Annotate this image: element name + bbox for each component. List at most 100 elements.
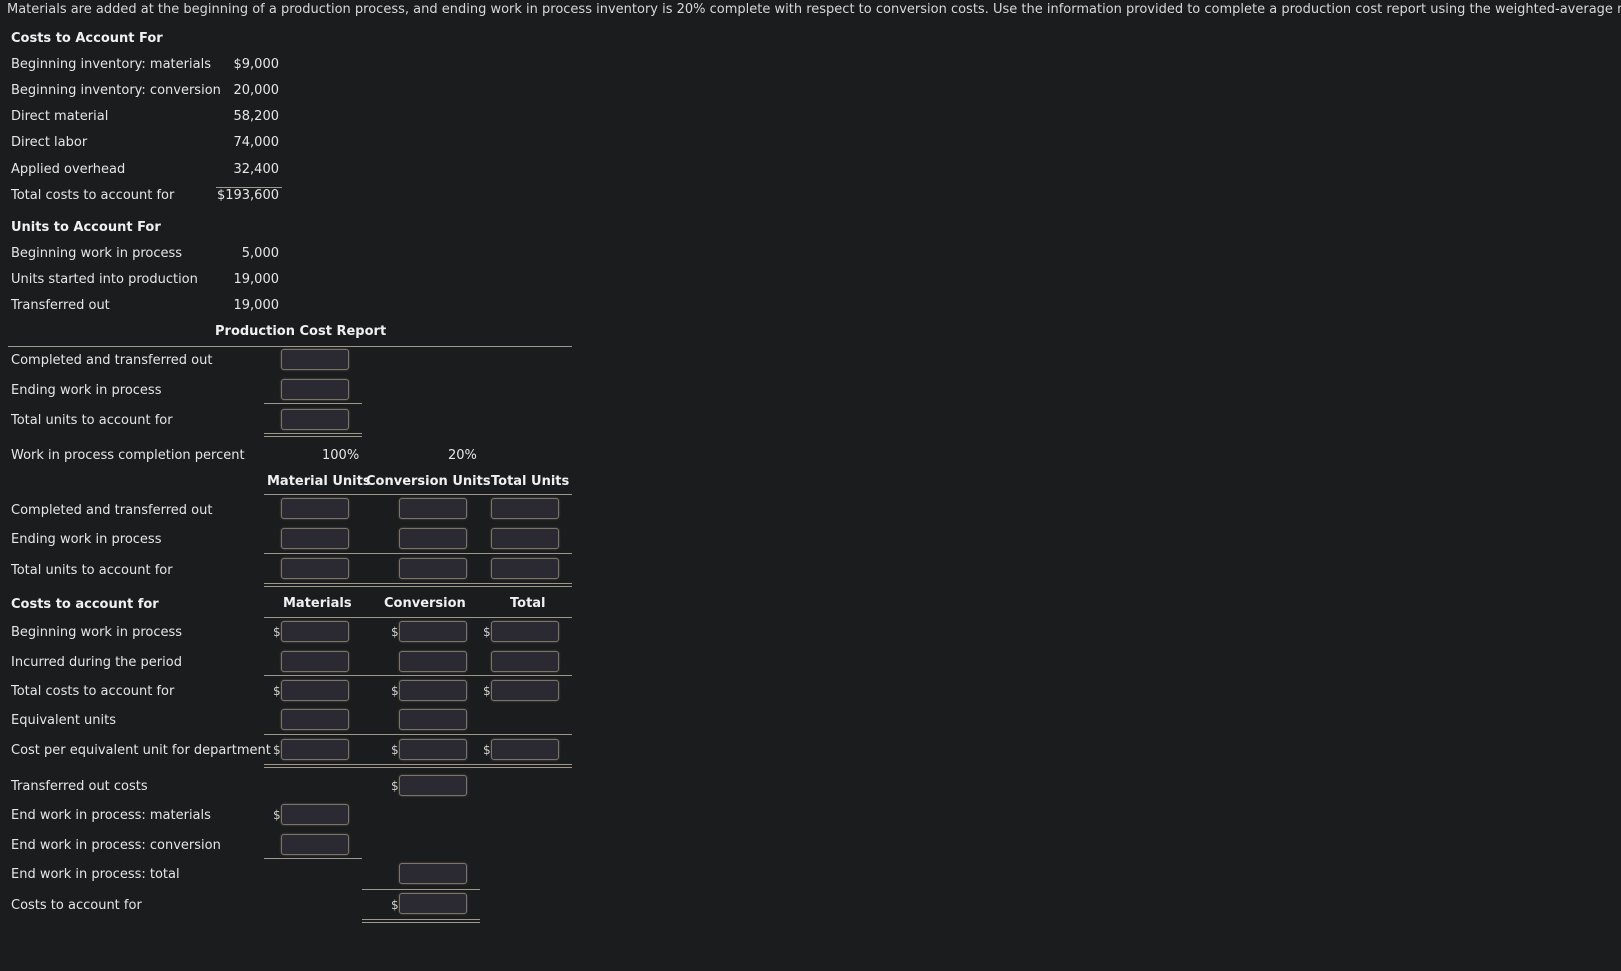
cost-value: $9,000 [233, 57, 280, 72]
double-divider [264, 433, 362, 437]
dollar-sign: $ [273, 625, 281, 639]
units-label: Transferred out [11, 298, 110, 313]
divider [264, 494, 572, 495]
total-costs-conversion-input[interactable] [399, 680, 467, 701]
dollar-sign: $ [273, 684, 281, 698]
eq-row-label: Total units to account for [11, 563, 173, 578]
end-wip-conversion-input[interactable] [281, 834, 349, 855]
costs-section-title: Costs to Account For [11, 31, 163, 46]
eq-completed-total-input[interactable] [491, 498, 559, 519]
final-row-label: Costs to account for [11, 898, 142, 913]
incurred-materials-input[interactable] [281, 651, 349, 672]
dollar-sign: $ [273, 808, 281, 822]
units-value: 19,000 [233, 298, 280, 313]
dollar-sign: $ [391, 898, 399, 912]
divider [264, 617, 572, 618]
eq-total-conversion-input[interactable] [399, 558, 467, 579]
incurred-total-input[interactable] [491, 651, 559, 672]
col-header-materials: Materials [283, 596, 352, 611]
cost-label: Applied overhead [11, 162, 126, 177]
units-row-label: Total units to account for [11, 413, 173, 428]
cost-row-label: Total costs to account for [11, 684, 175, 699]
dollar-sign: $ [483, 625, 491, 639]
units-row-label: Completed and transferred out [11, 353, 213, 368]
col-header-material-units: Material Units [267, 474, 371, 489]
completion-material: 100% [322, 448, 360, 463]
col-header-total: Total [510, 596, 546, 611]
incurred-conversion-input[interactable] [399, 651, 467, 672]
divider [362, 889, 480, 890]
divider [264, 675, 572, 676]
report-divider [8, 346, 572, 347]
eq-row-label: Completed and transferred out [11, 503, 213, 518]
total-costs-total-input[interactable] [491, 680, 559, 701]
dollar-sign: $ [391, 625, 399, 639]
cost-per-eu-materials-input[interactable] [281, 739, 349, 760]
eq-ending-conversion-input[interactable] [399, 528, 467, 549]
divider [264, 403, 362, 404]
beg-wip-conversion-input[interactable] [399, 621, 467, 642]
units-row-label: Ending work in process [11, 383, 162, 398]
units-label: Beginning work in process [11, 246, 183, 261]
cost-total-value: $193,600 [216, 188, 279, 203]
units-section-title: Units to Account For [11, 220, 161, 235]
end-wip-total-input[interactable] [399, 863, 467, 884]
eq-total-material-input[interactable] [281, 558, 349, 579]
completion-conversion: 20% [448, 448, 477, 463]
eq-ending-material-input[interactable] [281, 528, 349, 549]
cost-per-eu-total-input[interactable] [491, 739, 559, 760]
cost-row-label: Cost per equivalent unit for department [11, 743, 271, 758]
eq-ending-total-input[interactable] [491, 528, 559, 549]
eq-total-total-input[interactable] [491, 558, 559, 579]
double-divider [264, 764, 572, 768]
divider [264, 553, 572, 554]
units-value: 19,000 [233, 272, 280, 287]
end-wip-materials-input[interactable] [281, 804, 349, 825]
equivalent-units-materials-input[interactable] [281, 709, 349, 730]
double-divider [264, 583, 572, 587]
eq-completed-conversion-input[interactable] [399, 498, 467, 519]
cost-section-header: Costs to account for [11, 597, 159, 612]
total-units-input[interactable] [281, 409, 349, 430]
dollar-sign: $ [273, 743, 281, 757]
instructions-text: Materials are added at the beginning of … [7, 2, 1621, 17]
cost-label: Direct labor [11, 135, 88, 150]
cost-label: Total costs to account for [11, 188, 175, 203]
units-label: Units started into production [11, 272, 198, 287]
final-row-label: Transferred out costs [11, 779, 148, 794]
cost-value: 20,000 [233, 83, 280, 98]
beg-wip-total-input[interactable] [491, 621, 559, 642]
cost-row-label: Beginning work in process [11, 625, 183, 640]
cost-value: 32,400 [233, 162, 280, 177]
dollar-sign: $ [391, 684, 399, 698]
equivalent-units-conversion-input[interactable] [399, 709, 467, 730]
beg-wip-materials-input[interactable] [281, 621, 349, 642]
cost-row-label: Equivalent units [11, 713, 117, 728]
cost-value: 58,200 [233, 109, 280, 124]
final-row-label: End work in process: materials [11, 808, 211, 823]
eq-row-label: Ending work in process [11, 532, 162, 547]
divider [264, 734, 572, 735]
col-header-total-units: Total Units [491, 474, 570, 489]
dollar-sign: $ [483, 684, 491, 698]
cost-row-label: Incurred during the period [11, 655, 182, 670]
col-header-conversion: Conversion [384, 596, 466, 611]
completed-transferred-units-input[interactable] [281, 349, 349, 370]
dollar-sign: $ [391, 779, 399, 793]
total-costs-materials-input[interactable] [281, 680, 349, 701]
cost-label: Beginning inventory: conversion [11, 83, 221, 98]
divider [264, 858, 362, 859]
dollar-sign: $ [391, 743, 399, 757]
double-divider [362, 919, 480, 923]
costs-accounted-total-input[interactable] [399, 893, 467, 914]
dollar-sign: $ [483, 743, 491, 757]
col-header-conversion-units: Conversion Units [366, 474, 491, 489]
cost-label: Direct material [11, 109, 109, 124]
eq-completed-material-input[interactable] [281, 498, 349, 519]
report-title: Production Cost Report [215, 324, 387, 339]
cost-per-eu-conversion-input[interactable] [399, 739, 467, 760]
cost-value: 74,000 [233, 135, 280, 150]
transferred-out-costs-input[interactable] [399, 775, 467, 796]
ending-wip-units-input[interactable] [281, 379, 349, 400]
units-value: 5,000 [241, 246, 279, 261]
